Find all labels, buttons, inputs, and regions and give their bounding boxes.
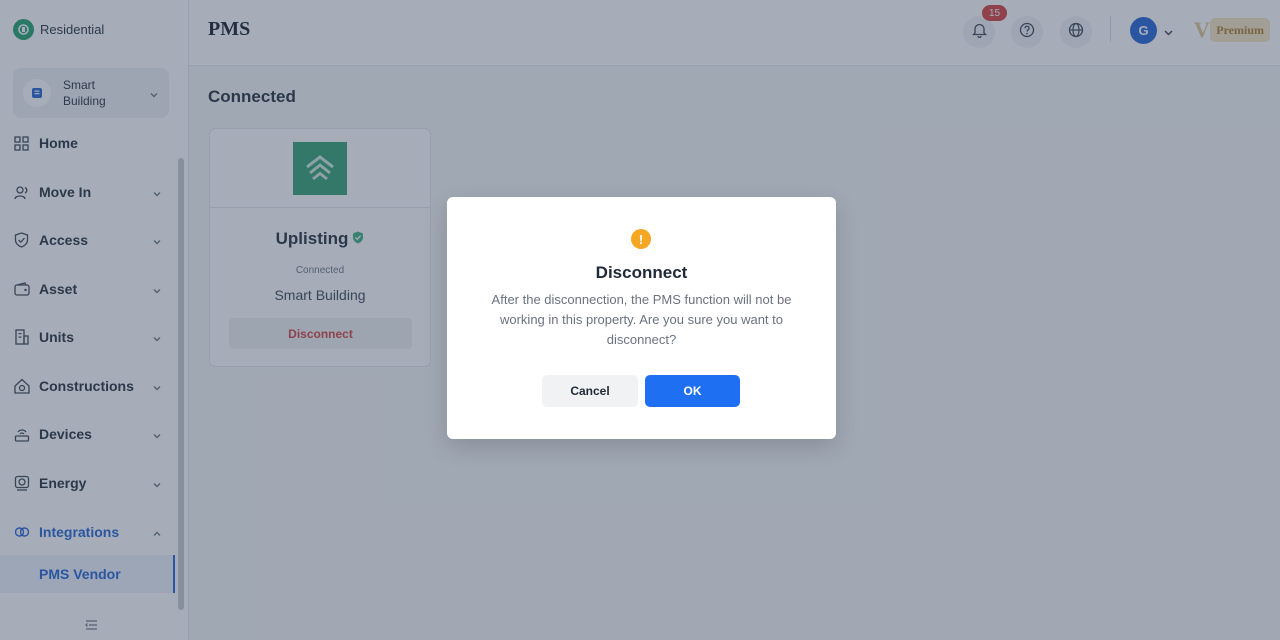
disconnect-dialog: ! Disconnect After the disconnection, th…	[447, 197, 836, 439]
dialog-title: Disconnect	[595, 263, 688, 282]
warning-icon: !	[631, 229, 651, 249]
cancel-button[interactable]: Cancel	[542, 375, 638, 407]
ok-button[interactable]: OK	[645, 375, 740, 407]
dialog-message: After the disconnection, the PMS functio…	[491, 292, 792, 347]
